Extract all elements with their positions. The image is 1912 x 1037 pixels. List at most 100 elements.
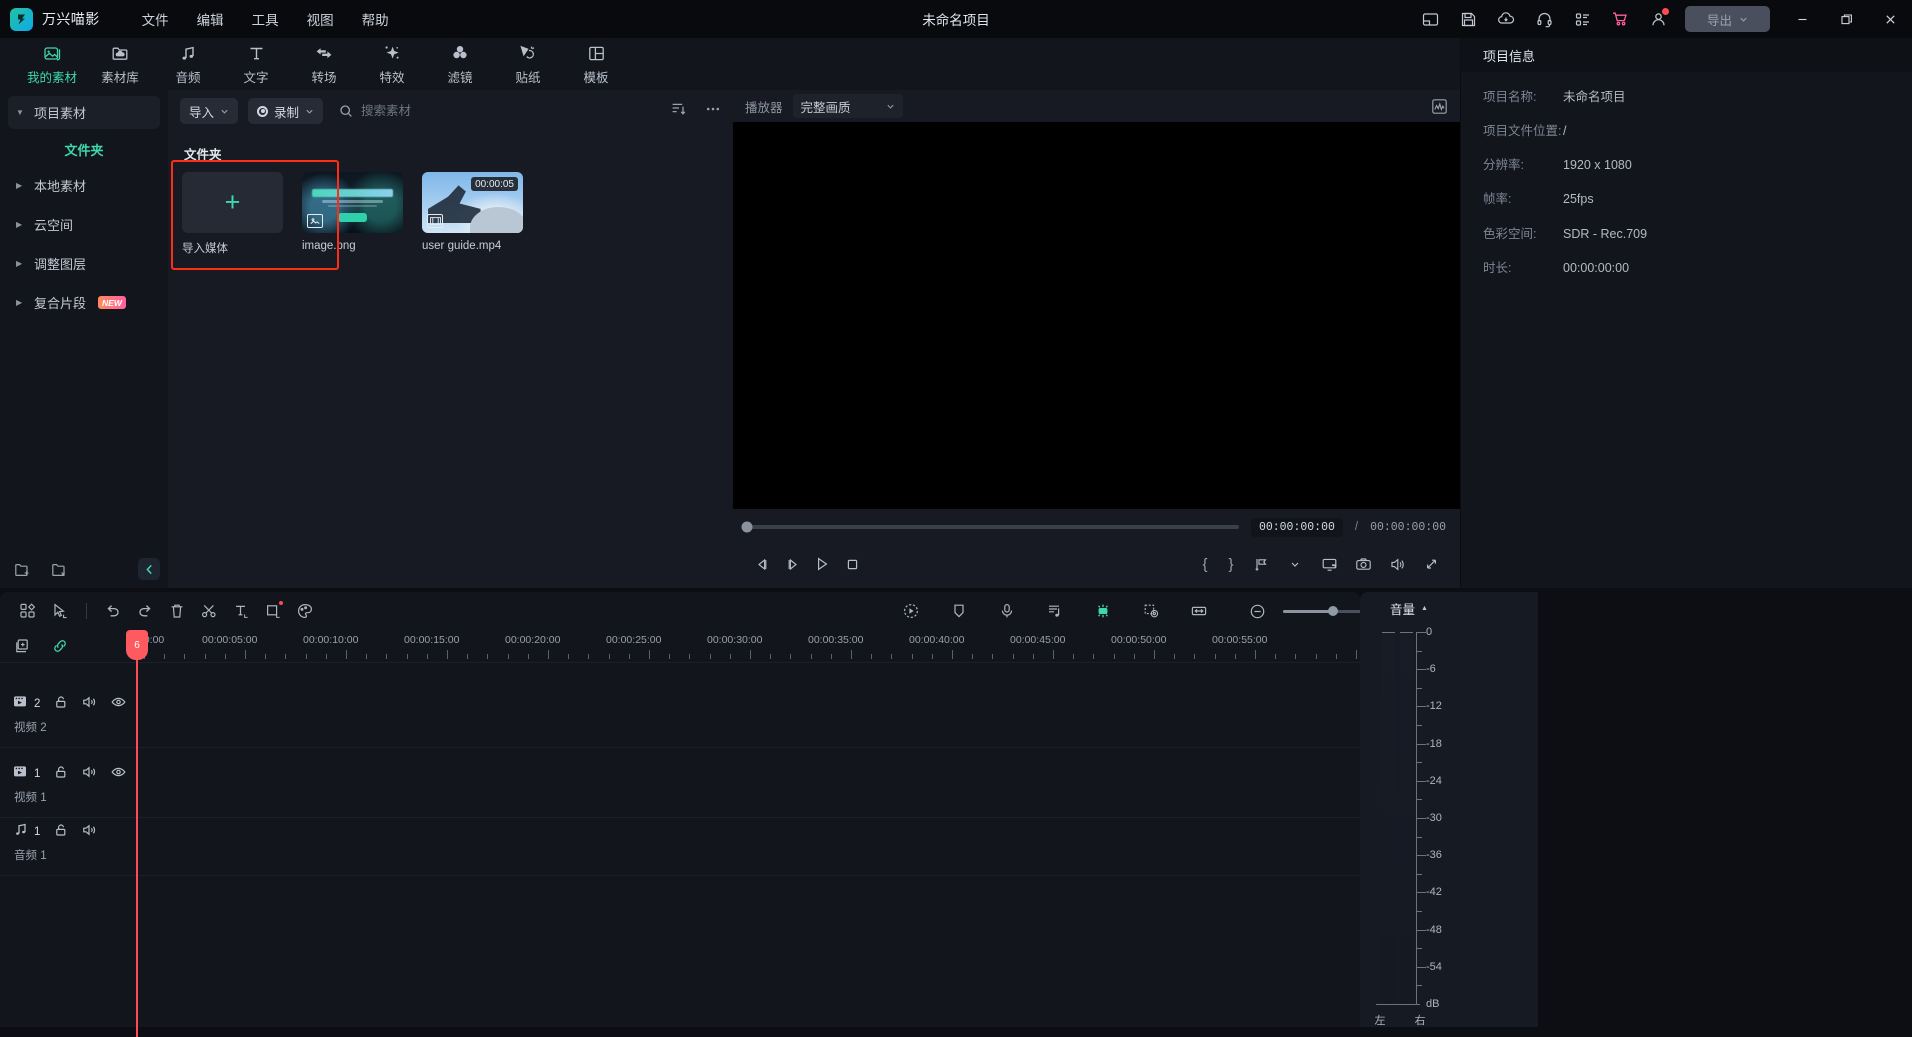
mute-icon[interactable] — [82, 823, 97, 842]
lock-icon[interactable] — [54, 765, 68, 784]
zoom-handle[interactable] — [1328, 606, 1338, 616]
lock-icon[interactable] — [54, 695, 68, 714]
mark-out-button[interactable]: } — [1220, 556, 1242, 573]
apps-grid-icon[interactable] — [1567, 4, 1597, 34]
import-media-thumb[interactable]: + — [182, 172, 283, 233]
eye-icon[interactable] — [111, 765, 126, 784]
account-icon[interactable] — [1643, 4, 1673, 34]
layout-icon[interactable] — [1415, 4, 1445, 34]
timeline-panel: 00:00 00:00:05:00 00:00:10:00 00:00:15:0… — [0, 592, 1360, 1037]
auto-reframe-icon[interactable] — [895, 596, 927, 626]
menu-edit[interactable]: 编辑 — [183, 4, 238, 34]
mark-in-button[interactable]: { — [1194, 556, 1216, 573]
color-palette-icon[interactable] — [289, 596, 321, 626]
crop-shape-icon[interactable] — [257, 596, 289, 626]
eye-icon[interactable] — [111, 695, 126, 714]
export-button[interactable]: 导出 — [1685, 6, 1770, 32]
add-text-icon[interactable] — [225, 596, 257, 626]
import-media-card[interactable]: + 导入媒体 — [182, 172, 283, 256]
media-search[interactable] — [339, 104, 661, 118]
menu-file[interactable]: 文件 — [128, 4, 183, 34]
caret-up-icon[interactable]: ▲ — [1421, 605, 1428, 612]
auto-layout-icon[interactable] — [12, 596, 44, 626]
media-card-image[interactable]: image.png — [302, 172, 403, 256]
menu-view[interactable]: 视图 — [293, 4, 348, 34]
player-quality-select[interactable]: 完整画质 — [793, 94, 903, 118]
prev-frame-button[interactable] — [747, 549, 777, 579]
split-scissors-icon[interactable] — [193, 596, 225, 626]
maximize-button[interactable] — [1824, 0, 1868, 38]
undo-icon[interactable] — [97, 596, 129, 626]
sidebar-item-compound-clip[interactable]: ▶ 复合片段 NEW — [8, 286, 160, 319]
tab-material-library[interactable]: 素材库 — [86, 39, 154, 89]
lock-icon[interactable] — [54, 823, 68, 842]
save-icon[interactable] — [1453, 4, 1483, 34]
import-button[interactable]: 导入 — [180, 98, 238, 124]
record-button[interactable]: 录制 — [248, 98, 323, 124]
video-preview-screen[interactable] — [733, 122, 1460, 509]
close-button[interactable] — [1868, 0, 1912, 38]
playhead-handle[interactable]: 6 — [126, 630, 148, 660]
tab-sticker[interactable]: 贴纸 — [494, 39, 562, 89]
marker-icon[interactable] — [943, 596, 975, 626]
redo-icon[interactable] — [129, 596, 161, 626]
add-marker-icon[interactable] — [1246, 549, 1276, 579]
tab-my-media[interactable]: 我的素材 — [18, 39, 86, 89]
sidebar-collapse-button[interactable] — [138, 558, 160, 580]
chevron-down-icon[interactable] — [1280, 549, 1310, 579]
tab-effects[interactable]: 特效 — [358, 39, 426, 89]
play-button[interactable] — [807, 549, 837, 579]
tab-transition[interactable]: 转场 — [290, 39, 358, 89]
delete-folder-icon[interactable] — [51, 561, 68, 578]
snapshot-screen-icon[interactable] — [1314, 549, 1344, 579]
menu-tools[interactable]: 工具 — [238, 4, 293, 34]
sticker-icon — [518, 42, 538, 64]
tab-template[interactable]: 模板 — [562, 39, 630, 89]
green-screen-icon[interactable] — [1087, 596, 1119, 626]
sidebar-item-project-media[interactable]: ▼ 项目素材 — [8, 96, 160, 129]
more-dots-icon[interactable] — [705, 101, 721, 122]
audio-detach-icon[interactable] — [1039, 596, 1071, 626]
fullscreen-icon[interactable] — [1416, 549, 1446, 579]
search-input[interactable] — [361, 104, 561, 118]
fit-timeline-icon[interactable] — [1183, 596, 1215, 626]
delete-icon[interactable] — [161, 596, 193, 626]
cart-icon[interactable] — [1605, 4, 1635, 34]
menu-help[interactable]: 帮助 — [348, 4, 403, 34]
tab-text[interactable]: 文字 — [222, 39, 290, 89]
mute-icon[interactable] — [82, 765, 97, 784]
media-thumb-video[interactable]: 00:00:05 — [422, 172, 523, 233]
timeline-playhead[interactable]: 6 — [136, 630, 138, 1037]
zoom-out-button[interactable] — [1241, 596, 1273, 626]
headset-icon[interactable] — [1529, 4, 1559, 34]
mute-icon[interactable] — [82, 695, 97, 714]
seek-slider[interactable] — [747, 525, 1239, 529]
timeline-ruler[interactable]: 00:00 00:00:05:00 00:00:10:00 00:00:15:0… — [136, 630, 1360, 662]
volume-icon[interactable] — [1382, 549, 1412, 579]
sidebar-item-local-media[interactable]: ▶ 本地素材 — [8, 169, 160, 202]
sidebar-item-cloud-space[interactable]: ▶ 云空间 — [8, 208, 160, 241]
tab-audio[interactable]: 音频 — [154, 39, 222, 89]
media-card-video[interactable]: 00:00:05 user guide.mp4 — [422, 172, 523, 256]
meter-scale-label: -36 — [1426, 849, 1442, 861]
stop-button[interactable] — [837, 549, 867, 579]
camera-icon[interactable] — [1348, 549, 1378, 579]
filter-sort-icon[interactable] — [671, 101, 687, 122]
next-frame-button[interactable] — [777, 549, 807, 579]
audio-meter-header[interactable]: 音量 ▲ — [1360, 592, 1538, 624]
add-track-icon[interactable] — [14, 638, 30, 654]
cloud-download-icon[interactable] — [1491, 4, 1521, 34]
tab-filter[interactable]: 滤镜 — [426, 39, 494, 89]
voiceover-mic-icon[interactable] — [991, 596, 1023, 626]
media-thumb-image[interactable] — [302, 172, 403, 233]
new-folder-icon[interactable] — [14, 561, 31, 578]
sidebar-item-folder[interactable]: 文件夹 — [8, 135, 160, 163]
link-clips-icon[interactable] — [52, 638, 68, 654]
select-tool-icon[interactable] — [44, 596, 76, 626]
sidebar-item-adjustment-layer[interactable]: ▶ 调整图层 — [8, 247, 160, 280]
minimize-button[interactable] — [1780, 0, 1824, 38]
mask-icon[interactable] — [1135, 596, 1167, 626]
zoom-track[interactable] — [1283, 610, 1371, 613]
seek-handle[interactable] — [742, 522, 753, 533]
waveform-scope-icon[interactable] — [1431, 98, 1448, 115]
